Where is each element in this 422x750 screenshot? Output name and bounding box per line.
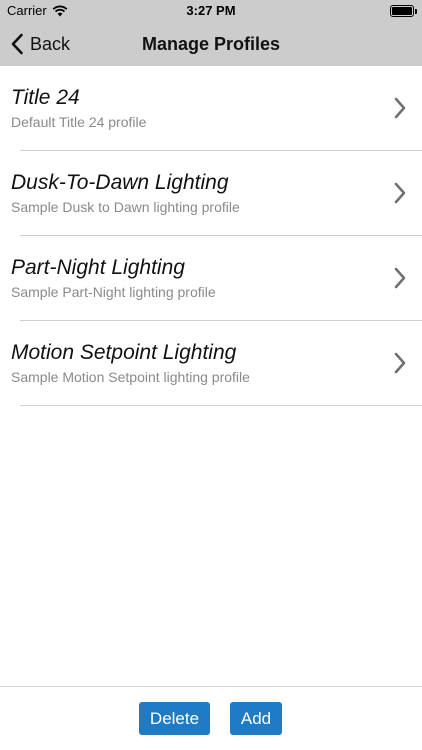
add-button[interactable]: Add <box>230 702 282 735</box>
profile-title: Dusk-To-Dawn Lighting <box>11 171 229 194</box>
profile-subtitle: Default Title 24 profile <box>11 114 147 130</box>
chevron-right-icon <box>394 352 406 374</box>
chevron-right-icon <box>394 267 406 289</box>
profile-title: Motion Setpoint Lighting <box>11 341 237 364</box>
back-button[interactable]: Back <box>10 22 70 66</box>
profile-title: Part-Night Lighting <box>11 256 185 279</box>
chevron-right-icon <box>394 97 406 119</box>
profile-row-motion-setpoint[interactable]: Motion Setpoint Lighting Sample Motion S… <box>0 321 422 406</box>
battery-icon <box>390 5 417 17</box>
profile-row-dusk-to-dawn[interactable]: Dusk-To-Dawn Lighting Sample Dusk to Daw… <box>0 151 422 236</box>
profile-list: Title 24 Default Title 24 profile Dusk-T… <box>0 66 422 406</box>
chevron-right-icon <box>394 182 406 204</box>
status-time: 3:27 PM <box>186 3 236 18</box>
status-bar: Carrier 3:27 PM <box>0 0 422 22</box>
profile-subtitle: Sample Part-Night lighting profile <box>11 284 216 300</box>
bottom-toolbar: Delete Add <box>0 686 422 750</box>
battery-level <box>392 7 412 15</box>
profile-row-part-night[interactable]: Part-Night Lighting Sample Part-Night li… <box>0 236 422 321</box>
profile-title: Title 24 <box>11 86 80 109</box>
chevron-left-icon <box>11 33 23 55</box>
profile-subtitle: Sample Motion Setpoint lighting profile <box>11 369 250 385</box>
profile-subtitle: Sample Dusk to Dawn lighting profile <box>11 199 240 215</box>
delete-button[interactable]: Delete <box>139 702 210 735</box>
profile-row-title-24[interactable]: Title 24 Default Title 24 profile <box>0 66 422 151</box>
navigation-bar: Back Manage Profiles <box>0 22 422 66</box>
back-label: Back <box>30 33 71 54</box>
